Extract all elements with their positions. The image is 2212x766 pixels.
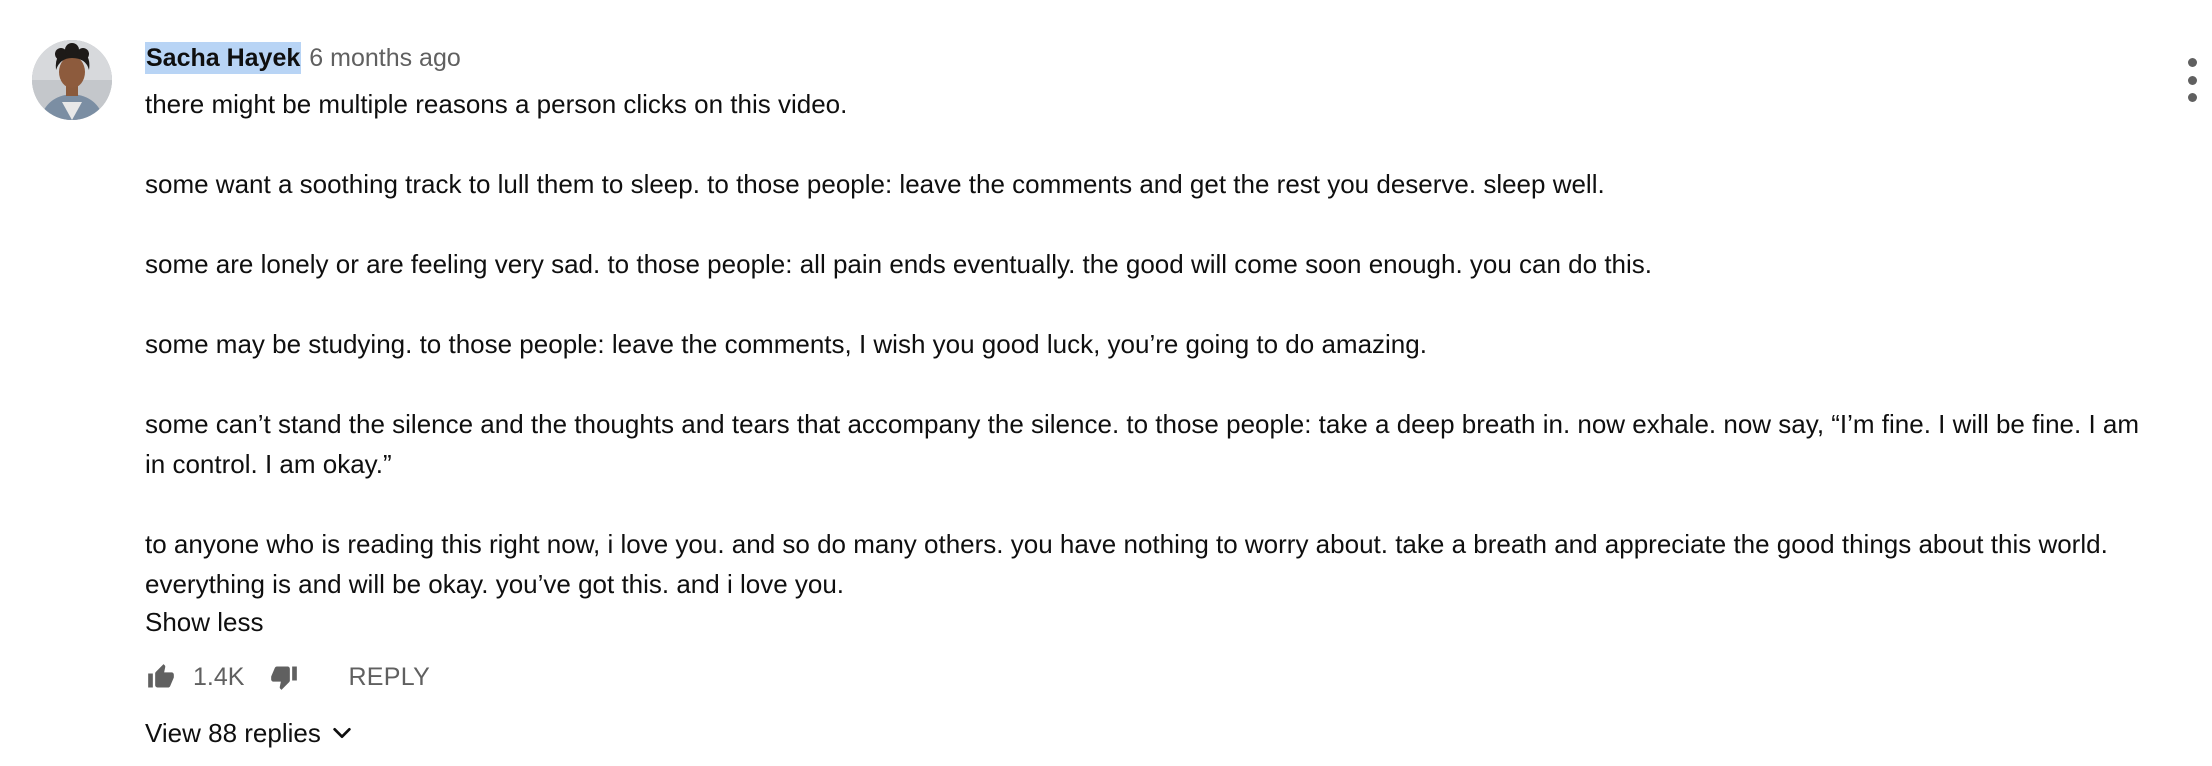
comment-paragraph: to anyone who is reading this right now,… bbox=[145, 529, 2108, 599]
view-replies-label: View 88 replies bbox=[145, 717, 321, 748]
comment-paragraph: some are lonely or are feeling very sad.… bbox=[145, 249, 1653, 279]
avatar[interactable] bbox=[32, 40, 112, 120]
comment-paragraph: some want a soothing track to lull them … bbox=[145, 169, 1605, 199]
comment-header: Sacha Hayek 6 months ago bbox=[145, 41, 461, 75]
comment-paragraph: there might be multiple reasons a person… bbox=[145, 89, 848, 119]
show-less-button[interactable]: Show less bbox=[145, 602, 264, 642]
reply-button[interactable]: REPLY bbox=[348, 663, 430, 692]
view-replies-button[interactable]: View 88 replies bbox=[145, 713, 353, 753]
like-count: 1.4K bbox=[193, 662, 245, 691]
like-button[interactable] bbox=[145, 661, 177, 693]
comment-action-bar: 1.4K REPLY bbox=[145, 657, 430, 697]
dislike-button[interactable] bbox=[268, 661, 300, 693]
comment-paragraph: some may be studying. to those people: l… bbox=[145, 329, 1427, 359]
more-vertical-icon-dot bbox=[2187, 75, 2197, 85]
more-vertical-icon-dot bbox=[2187, 93, 2197, 102]
comment-body: there might be multiple reasons a person… bbox=[145, 84, 2150, 604]
more-actions-button[interactable] bbox=[2180, 58, 2204, 102]
user-avatar-photo bbox=[32, 40, 112, 120]
comment-thread: Sacha Hayek 6 months ago there might be … bbox=[0, 0, 2212, 766]
thumbs-up-icon bbox=[148, 664, 174, 688]
comment-paragraph: some can’t stand the silence and the tho… bbox=[145, 409, 2140, 479]
comment-timestamp[interactable]: 6 months ago bbox=[309, 42, 461, 74]
more-vertical-icon bbox=[2187, 58, 2197, 67]
chevron-down-icon bbox=[331, 722, 353, 744]
author-name[interactable]: Sacha Hayek bbox=[145, 42, 302, 74]
thumbs-down-icon bbox=[271, 666, 298, 690]
